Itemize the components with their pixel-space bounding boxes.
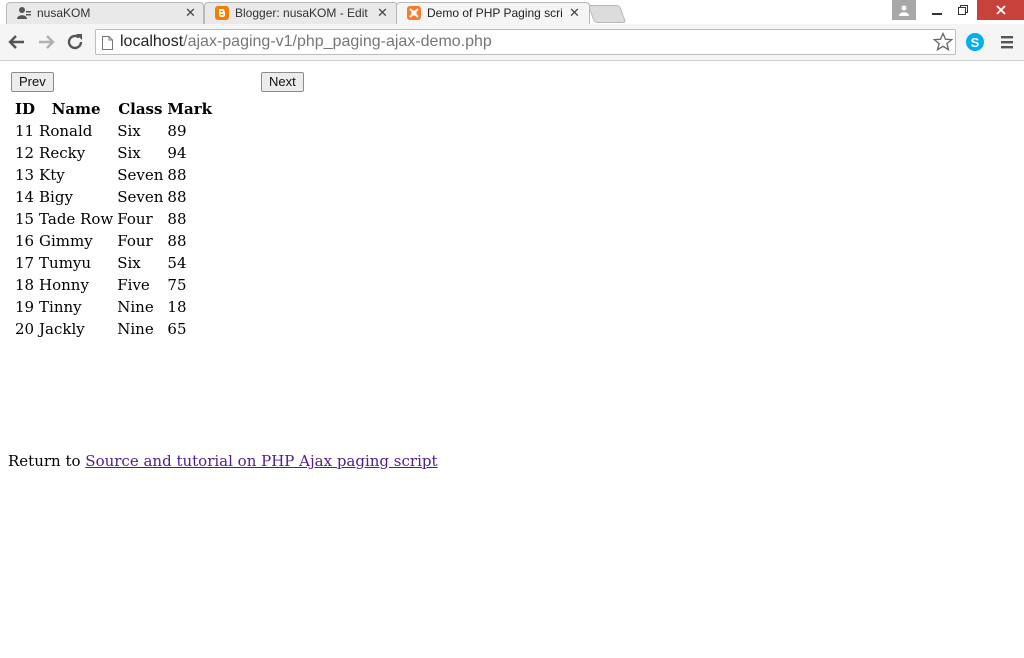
cell-mark: 88 <box>167 166 187 184</box>
table-row: 16 Gimmy Four 88 <box>14 230 213 252</box>
cell-mark: 88 <box>167 188 187 206</box>
cell-name: Bigy <box>39 188 73 206</box>
url-host: localhost <box>120 33 184 50</box>
cell-id: 19 <box>15 298 35 316</box>
column-header-mark: Mark <box>167 100 213 118</box>
table-row: 17 Tumyu Six 54 <box>14 252 213 274</box>
return-text: Return to <box>8 452 86 470</box>
cell-name: Honny <box>39 276 89 294</box>
cell-class: Six <box>117 144 141 162</box>
cell-mark: 94 <box>167 144 187 162</box>
cell-name: Recky <box>39 144 86 162</box>
user-icon <box>17 6 31 20</box>
cell-class: Six <box>117 122 141 140</box>
address-bar[interactable]: localhost/ajax-paging-v1/php_paging-ajax… <box>95 29 956 55</box>
cell-mark: 65 <box>167 320 187 338</box>
table-row: 11 Ronald Six 89 <box>14 120 213 142</box>
table-row: 13 Kty Seven 88 <box>14 164 213 186</box>
cell-mark: 88 <box>167 232 187 250</box>
back-arrow-icon[interactable] <box>5 30 29 54</box>
cell-id: 15 <box>15 210 35 228</box>
tab-label: nusaKOM <box>37 6 91 20</box>
return-line: Return to Source and tutorial on PHP Aja… <box>8 452 438 470</box>
close-icon[interactable]: ✕ <box>569 5 580 21</box>
cell-name: Kty <box>39 166 65 184</box>
cell-id: 12 <box>15 144 35 162</box>
column-header-class: Class <box>118 100 163 118</box>
records-table: ID Name Class Mark 11 Ronald Six 89 12 Recky… <box>12 98 215 340</box>
table-row: 19 Tinny Nine 18 <box>14 296 213 318</box>
profile-avatar-icon[interactable] <box>892 0 916 20</box>
tab-label: Blogger: nusaKOM - Edit e <box>235 6 371 20</box>
close-icon[interactable]: ✕ <box>185 5 196 21</box>
reload-icon[interactable] <box>63 30 87 54</box>
column-header-id: ID <box>15 100 36 118</box>
bookmark-star-icon[interactable] <box>932 31 954 56</box>
tab-nusakom[interactable]: nusaKOM ✕ <box>6 2 204 24</box>
cell-id: 20 <box>15 320 35 338</box>
table-row: 20 Jackly Nine 65 <box>14 318 213 340</box>
next-button[interactable]: Next <box>261 72 304 92</box>
cell-class: Nine <box>117 320 154 338</box>
tutorial-link[interactable]: Source and tutorial on PHP Ajax paging s… <box>85 452 437 470</box>
restore-icon[interactable] <box>950 0 976 20</box>
table-row: 18 Honny Five 75 <box>14 274 213 296</box>
page-content: Prev Next ID Name Class Mark 11 Ronald Six… <box>0 61 1024 658</box>
cell-class: Seven <box>117 166 164 184</box>
cell-class: Six <box>117 254 141 272</box>
cell-id: 13 <box>15 166 35 184</box>
cell-id: 17 <box>15 254 35 272</box>
cell-class: Five <box>117 276 150 294</box>
cell-class: Nine <box>117 298 154 316</box>
cell-mark: 18 <box>167 298 187 316</box>
cell-name: Gimmy <box>39 232 93 250</box>
table-row: 12 Recky Six 94 <box>14 142 213 164</box>
cell-mark: 75 <box>167 276 187 294</box>
table-row: 15 Tade Row Four 88 <box>14 208 213 230</box>
browser-titlebar: nusaKOM ✕ Blogger: nusaKOM - Edit e ✕ De… <box>0 0 1024 24</box>
cell-mark: 88 <box>167 210 187 228</box>
table-row: 14 Bigy Seven 88 <box>14 186 213 208</box>
cell-name: Ronald <box>39 122 93 140</box>
cell-class: Four <box>117 210 153 228</box>
new-tab-button[interactable] <box>587 5 627 23</box>
cell-name: Tumyu <box>39 254 92 272</box>
window-close-icon[interactable] <box>977 0 1024 20</box>
page-icon <box>102 35 113 54</box>
cell-id: 11 <box>15 122 35 140</box>
blogger-icon <box>215 6 229 20</box>
cell-id: 16 <box>15 232 35 250</box>
minimize-icon[interactable] <box>924 0 950 20</box>
forward-arrow-icon[interactable] <box>34 30 58 54</box>
prev-button[interactable]: Prev <box>11 72 54 92</box>
tab-label: Demo of PHP Paging scrip <box>427 6 563 20</box>
column-header-name: Name <box>51 100 101 118</box>
menu-icon[interactable] <box>996 31 1020 55</box>
tab-blogger[interactable]: Blogger: nusaKOM - Edit e ✕ <box>204 2 398 24</box>
cell-class: Seven <box>117 188 164 206</box>
close-icon[interactable]: ✕ <box>377 5 388 21</box>
svg-text:S: S <box>971 35 980 50</box>
browser-toolbar: localhost/ajax-paging-v1/php_paging-ajax… <box>0 24 1024 61</box>
table-header-row: ID Name Class Mark <box>14 98 213 120</box>
cell-name: Jackly <box>39 320 85 338</box>
url-text: localhost/ajax-paging-v1/php_paging-ajax… <box>120 33 492 51</box>
url-path: /ajax-paging-v1/php_paging-ajax-demo.php <box>183 33 492 50</box>
cell-mark: 54 <box>167 254 187 272</box>
cell-id: 14 <box>15 188 35 206</box>
cell-mark: 89 <box>167 122 187 140</box>
skype-icon[interactable]: S <box>964 31 988 55</box>
cell-name: Tinny <box>39 298 82 316</box>
tab-php-paging-demo[interactable]: Demo of PHP Paging scrip ✕ <box>396 2 590 24</box>
cell-id: 18 <box>15 276 35 294</box>
xampp-icon <box>407 6 421 20</box>
cell-class: Four <box>117 232 153 250</box>
cell-name: Tade Row <box>39 210 114 228</box>
